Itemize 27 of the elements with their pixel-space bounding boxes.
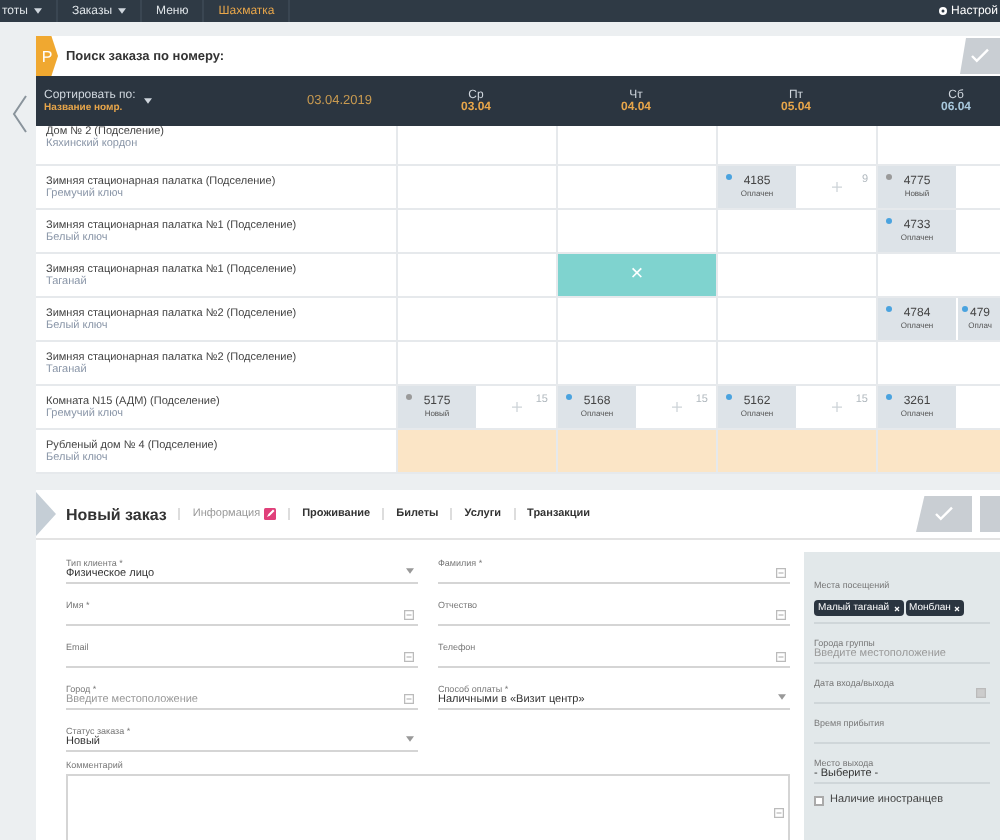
settings-icon [937,6,948,16]
confirm-button[interactable] [960,38,1000,74]
plus-icon[interactable] [512,402,522,412]
save-button[interactable] [916,496,972,532]
plus-icon[interactable] [832,182,842,192]
field-icon [774,808,784,818]
caret-icon [406,736,414,742]
comment-field[interactable] [66,774,790,840]
close-icon[interactable] [954,605,961,611]
plus-icon[interactable] [832,402,842,412]
order-title: Новый заказ [66,505,167,523]
caret-icon [406,568,414,574]
check-icon [970,48,990,64]
field-icon [776,568,786,578]
field-icon [404,694,414,704]
field-icon [404,610,414,620]
check-icon [934,506,954,522]
search-badge: Р [36,36,58,76]
field-icon [404,652,414,662]
close-icon[interactable] [893,605,900,611]
field-icon [776,610,786,620]
collapse-arrow-icon[interactable] [36,492,56,536]
plus-icon[interactable] [672,402,682,412]
caret-icon [778,694,786,700]
caret-icon [143,98,152,104]
calendar-icon [976,688,986,698]
field-icon [776,652,786,662]
